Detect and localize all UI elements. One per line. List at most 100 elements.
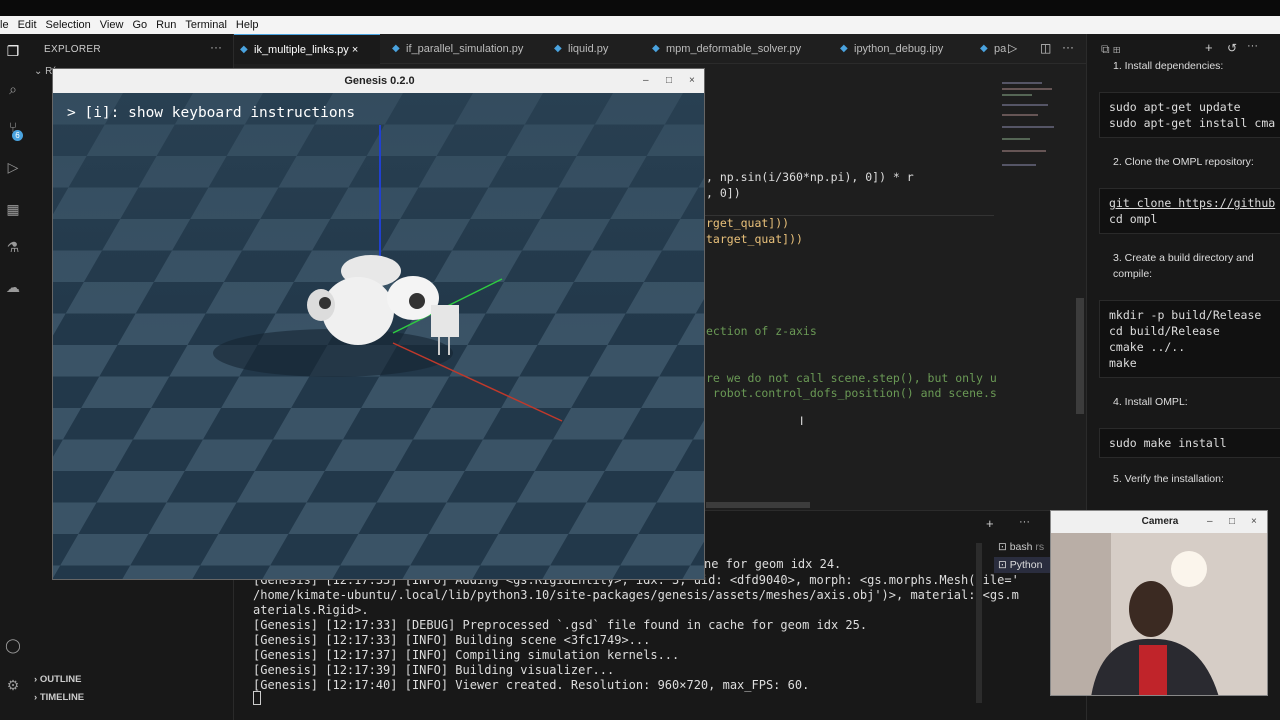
settings-gear-icon[interactable]: ⚙ <box>4 676 22 694</box>
chat-more-icon[interactable]: ··· <box>1247 40 1258 52</box>
camera-close-button[interactable]: × <box>1251 511 1257 533</box>
maximize-button[interactable]: □ <box>666 69 672 93</box>
menu-view[interactable]: View <box>100 19 124 31</box>
code-text: cd build/Release <box>1109 324 1220 338</box>
person-head <box>1129 581 1173 637</box>
tab-label: liquid.py <box>568 43 609 55</box>
code-comment: re we do not call scene.step(), but only… <box>706 371 1004 385</box>
vertical-scrollbar[interactable] <box>1076 298 1084 414</box>
genesis-window-title: Genesis 0.2.0 <box>53 69 704 93</box>
terminal-line: aterials.Rigid>. <box>253 603 369 617</box>
terminal-more-icon[interactable]: ··· <box>1019 516 1030 528</box>
code-line: rget_quat])) <box>706 216 790 230</box>
tab-ik-multiple-links[interactable]: ◆ ik_multiple_links.py × <box>234 34 380 64</box>
terminal-line: [Genesis] [12:17:33] [INFO] Building sce… <box>253 633 651 647</box>
system-top-bar <box>0 0 1280 16</box>
menu-selection[interactable]: Selection <box>46 19 91 31</box>
terminal-scrollbar[interactable] <box>976 543 982 703</box>
terminal-line: /home/kimate-ubuntu/.local/lib/python3.1… <box>253 588 1019 602</box>
python-file-icon: ◆ <box>652 43 660 54</box>
menu-edit[interactable]: Edit <box>18 19 37 31</box>
chat-step: 2. Clone the OMPL repository: <box>1113 156 1254 168</box>
close-tab-icon[interactable]: × <box>352 44 358 56</box>
new-terminal-icon[interactable]: + <box>986 516 994 531</box>
minimap-line <box>1002 104 1048 106</box>
code-block-clone[interactable]: git clone https://github cd ompl <box>1099 188 1280 234</box>
outline-section[interactable]: › OUTLINE <box>34 674 82 685</box>
tab-label: ipython_debug.ipy <box>854 43 944 55</box>
terminal-session-bash[interactable]: ⊡ bash rs <box>998 541 1044 553</box>
minimap[interactable] <box>996 64 1076 510</box>
python-file-icon: ◆ <box>840 43 848 54</box>
minimap-line <box>1002 82 1042 84</box>
testing-icon[interactable]: ⚗ <box>4 238 22 256</box>
tab-liquid[interactable]: ◆ liquid.py <box>548 34 628 64</box>
new-chat-icon[interactable]: + <box>1205 40 1213 55</box>
history-icon[interactable]: ↺ <box>1227 41 1237 55</box>
camera-minimize-button[interactable]: – <box>1207 511 1213 533</box>
camera-maximize-button[interactable]: □ <box>1229 511 1235 533</box>
code-block-build[interactable]: mkdir -p build/Release cd build/Release cm… <box>1099 300 1280 378</box>
timeline-label: TIMELINE <box>39 692 85 703</box>
code-block-install[interactable]: sudo make install <box>1099 428 1280 458</box>
code-comment: robot.control_dofs_position() and scene.… <box>706 386 1004 400</box>
session-label: bash <box>1009 541 1033 553</box>
session-label: Python <box>1009 559 1043 571</box>
menu-run[interactable]: Run <box>156 19 176 31</box>
timeline-section[interactable]: › TIMELINE <box>34 692 84 703</box>
editor-more-icon[interactable]: ··· <box>1062 40 1074 54</box>
camera-window[interactable]: Camera – □ × <box>1050 510 1268 696</box>
code-text: cmake ../.. <box>1109 340 1186 354</box>
account-icon[interactable]: ◯ <box>4 636 22 654</box>
menu-help[interactable]: Help <box>236 19 259 31</box>
code-text: mkdir -p build/Release <box>1109 308 1262 322</box>
simulation-scene[interactable] <box>53 93 705 580</box>
genesis-viewer-window[interactable]: Genesis 0.2.0 – □ × > [i]: show keyboard… <box>52 68 705 580</box>
minimap-line <box>1002 150 1046 152</box>
camera-window-title: Camera <box>1051 511 1267 533</box>
close-button[interactable]: × <box>689 69 695 93</box>
python-file-icon: ◆ <box>980 43 988 54</box>
minimap-line <box>1002 114 1038 116</box>
tab-if-parallel-simulation[interactable]: ◆ if_parallel_simulation.py <box>386 34 536 64</box>
chat-step: 4. Install OMPL: <box>1113 396 1188 408</box>
search-icon[interactable]: ⌕ <box>4 80 22 98</box>
code-text: sudo apt-get update <box>1109 100 1241 114</box>
python-file-icon: ◆ <box>392 43 400 54</box>
menu-terminal[interactable]: Terminal <box>185 19 227 31</box>
chat-step-cont: compile: <box>1113 268 1153 280</box>
remote-icon[interactable]: ☁ <box>4 278 22 296</box>
horizontal-scrollbar[interactable] <box>706 502 810 508</box>
extensions-icon[interactable]: ▦ <box>4 200 22 218</box>
explorer-title: EXPLORER <box>44 44 101 55</box>
minimap-line <box>1002 138 1030 140</box>
text-cursor-icon: I <box>800 414 804 428</box>
code-text: sudo make install <box>1109 436 1227 450</box>
chat-step: 1. Install dependencies: <box>1113 60 1224 72</box>
files-icon[interactable]: ❐ <box>4 42 22 60</box>
menu-file[interactable]: le <box>0 19 9 31</box>
terminal-line: ne for geom idx 24. <box>704 557 842 571</box>
ceiling-light <box>1171 551 1207 587</box>
menu-go[interactable]: Go <box>132 19 147 31</box>
tab-ipython-debug[interactable]: ◆ ipython_debug.ipy <box>834 34 954 64</box>
run-file-icon[interactable]: ▷ <box>1008 41 1017 55</box>
split-editor-icon[interactable]: ◫ <box>1040 41 1051 55</box>
session-suffix: rs <box>1035 541 1045 553</box>
activity-bar: ❐ ⌕ ⑂ 6 ▷ ▦ ⚗ ☁ ◯ ⚙ <box>0 34 26 720</box>
terminal-line: [Genesis] [12:17:37] [INFO] Compiling si… <box>253 648 680 662</box>
code-line: target_quat])) <box>706 232 803 246</box>
keyboard-instructions-hint: > [i]: show keyboard instructions <box>67 105 356 121</box>
run-debug-icon[interactable]: ▷ <box>4 158 22 176</box>
terminal-session-python[interactable]: ⊡ Python <box>994 557 1054 573</box>
code-link[interactable]: git clone https://github <box>1109 195 1279 211</box>
tab-overflow[interactable]: ◆ pa <box>974 34 1006 64</box>
tab-mpm-deformable-solver[interactable]: ◆ mpm_deformable_solver.py <box>646 34 816 64</box>
explorer-more-icon[interactable]: ··· <box>210 40 222 54</box>
chat-toolbar-icons[interactable]: ⧉ ⊞ <box>1101 42 1121 57</box>
menu-bar: le Edit Selection View Go Run Terminal H… <box>0 16 1280 34</box>
terminal-line: [Genesis] [12:17:33] [DEBUG] Preprocesse… <box>253 618 868 632</box>
minimize-button[interactable]: – <box>643 69 649 93</box>
outline-label: OUTLINE <box>39 674 82 685</box>
code-block-deps[interactable]: sudo apt-get update sudo apt-get install … <box>1099 92 1280 138</box>
